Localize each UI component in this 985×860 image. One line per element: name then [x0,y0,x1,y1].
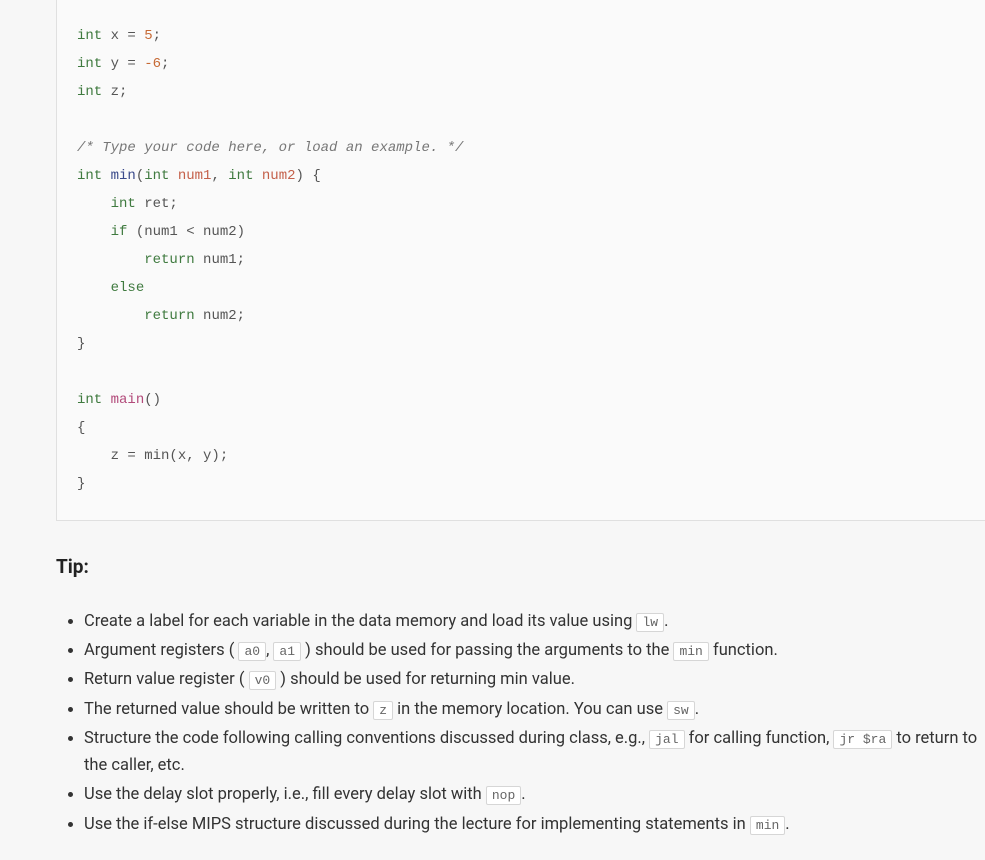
tip-item: Return value register ( v0 ) should be u… [84,666,985,693]
code-token: x = [102,28,144,44]
tip-text: function. [709,641,778,660]
tip-text: The returned value should be written to [84,700,373,719]
tip-text: . [664,612,668,631]
tips-list: Create a label for each variable in the … [56,608,985,838]
code-token: int [77,392,102,408]
code-token: z = min(x, y); [77,448,228,464]
code-token: int [77,168,102,184]
code-token: z; [102,84,127,100]
tip-text: ) should be used for passing the argumen… [301,641,673,660]
code-token: { [77,420,85,436]
code-token: int [144,168,169,184]
inline-code: lw [636,613,664,632]
code-token: return [144,308,194,324]
tip-item: Argument registers ( a0, a1 ) should be … [84,637,985,664]
code-token: ret; [136,196,178,212]
code-token: int [111,196,136,212]
tip-heading: Tip: [56,555,985,578]
tip-item: Use the delay slot properly, i.e., fill … [84,781,985,808]
code-token: ) { [296,168,321,184]
code-token: num1 [169,168,211,184]
inline-code: z [373,701,393,720]
code-token: int [77,56,102,72]
tip-item: Create a label for each variable in the … [84,608,985,635]
inline-code: min [750,816,785,835]
inline-code: a1 [273,642,301,661]
code-token: if [111,224,128,240]
code-token: () [144,392,161,408]
code-token: } [77,476,85,492]
tip-text: Create a label for each variable in the … [84,612,636,631]
tip-item: The returned value should be written to … [84,696,985,723]
tip-item: Structure the code following calling con… [84,725,985,779]
inline-code: nop [486,786,521,805]
tip-text: . [695,700,699,719]
code-token: , [211,168,228,184]
inline-code: jr $ra [833,730,892,749]
code-token: ; [161,56,169,72]
code-token: -6 [144,56,161,72]
code-token: num2 [254,168,296,184]
tip-item: Use the if-else MIPS structure discussed… [84,811,985,838]
code-token: ; [153,28,161,44]
code-token: num2; [195,308,245,324]
code-token: main [102,392,144,408]
tip-text: . [785,815,789,834]
code-token: else [111,280,145,296]
tip-text: . [521,785,525,804]
code-token: (num1 < num2) [127,224,245,240]
code-token: return [144,252,194,268]
code-token: y = [102,56,144,72]
tip-text: Use the delay slot properly, i.e., fill … [84,785,486,804]
inline-code: a0 [238,642,266,661]
code-token: min [102,168,136,184]
tip-text: in the memory location. You can use [393,700,667,719]
tip-text: ) should be used for returning min value… [276,670,575,689]
tip-text: Argument registers ( [84,641,238,660]
code-token: } [77,336,85,352]
code-token: 5 [144,28,152,44]
code-token: int [77,28,102,44]
inline-code: min [673,642,708,661]
tip-text: for calling function, [685,729,834,748]
code-token: int [228,168,253,184]
inline-code: sw [667,701,695,720]
tip-text: Structure the code following calling con… [84,729,649,748]
inline-code: v0 [249,671,277,690]
tip-text: Use the if-else MIPS structure discussed… [84,815,750,834]
code-block: int x = 5; int y = -6; int z; /* Type yo… [56,0,985,521]
code-comment: /* Type your code here, or load an examp… [77,140,463,156]
tip-text: Return value register ( [84,670,249,689]
code-token: num1; [195,252,245,268]
inline-code: jal [649,730,684,749]
code-token: int [77,84,102,100]
